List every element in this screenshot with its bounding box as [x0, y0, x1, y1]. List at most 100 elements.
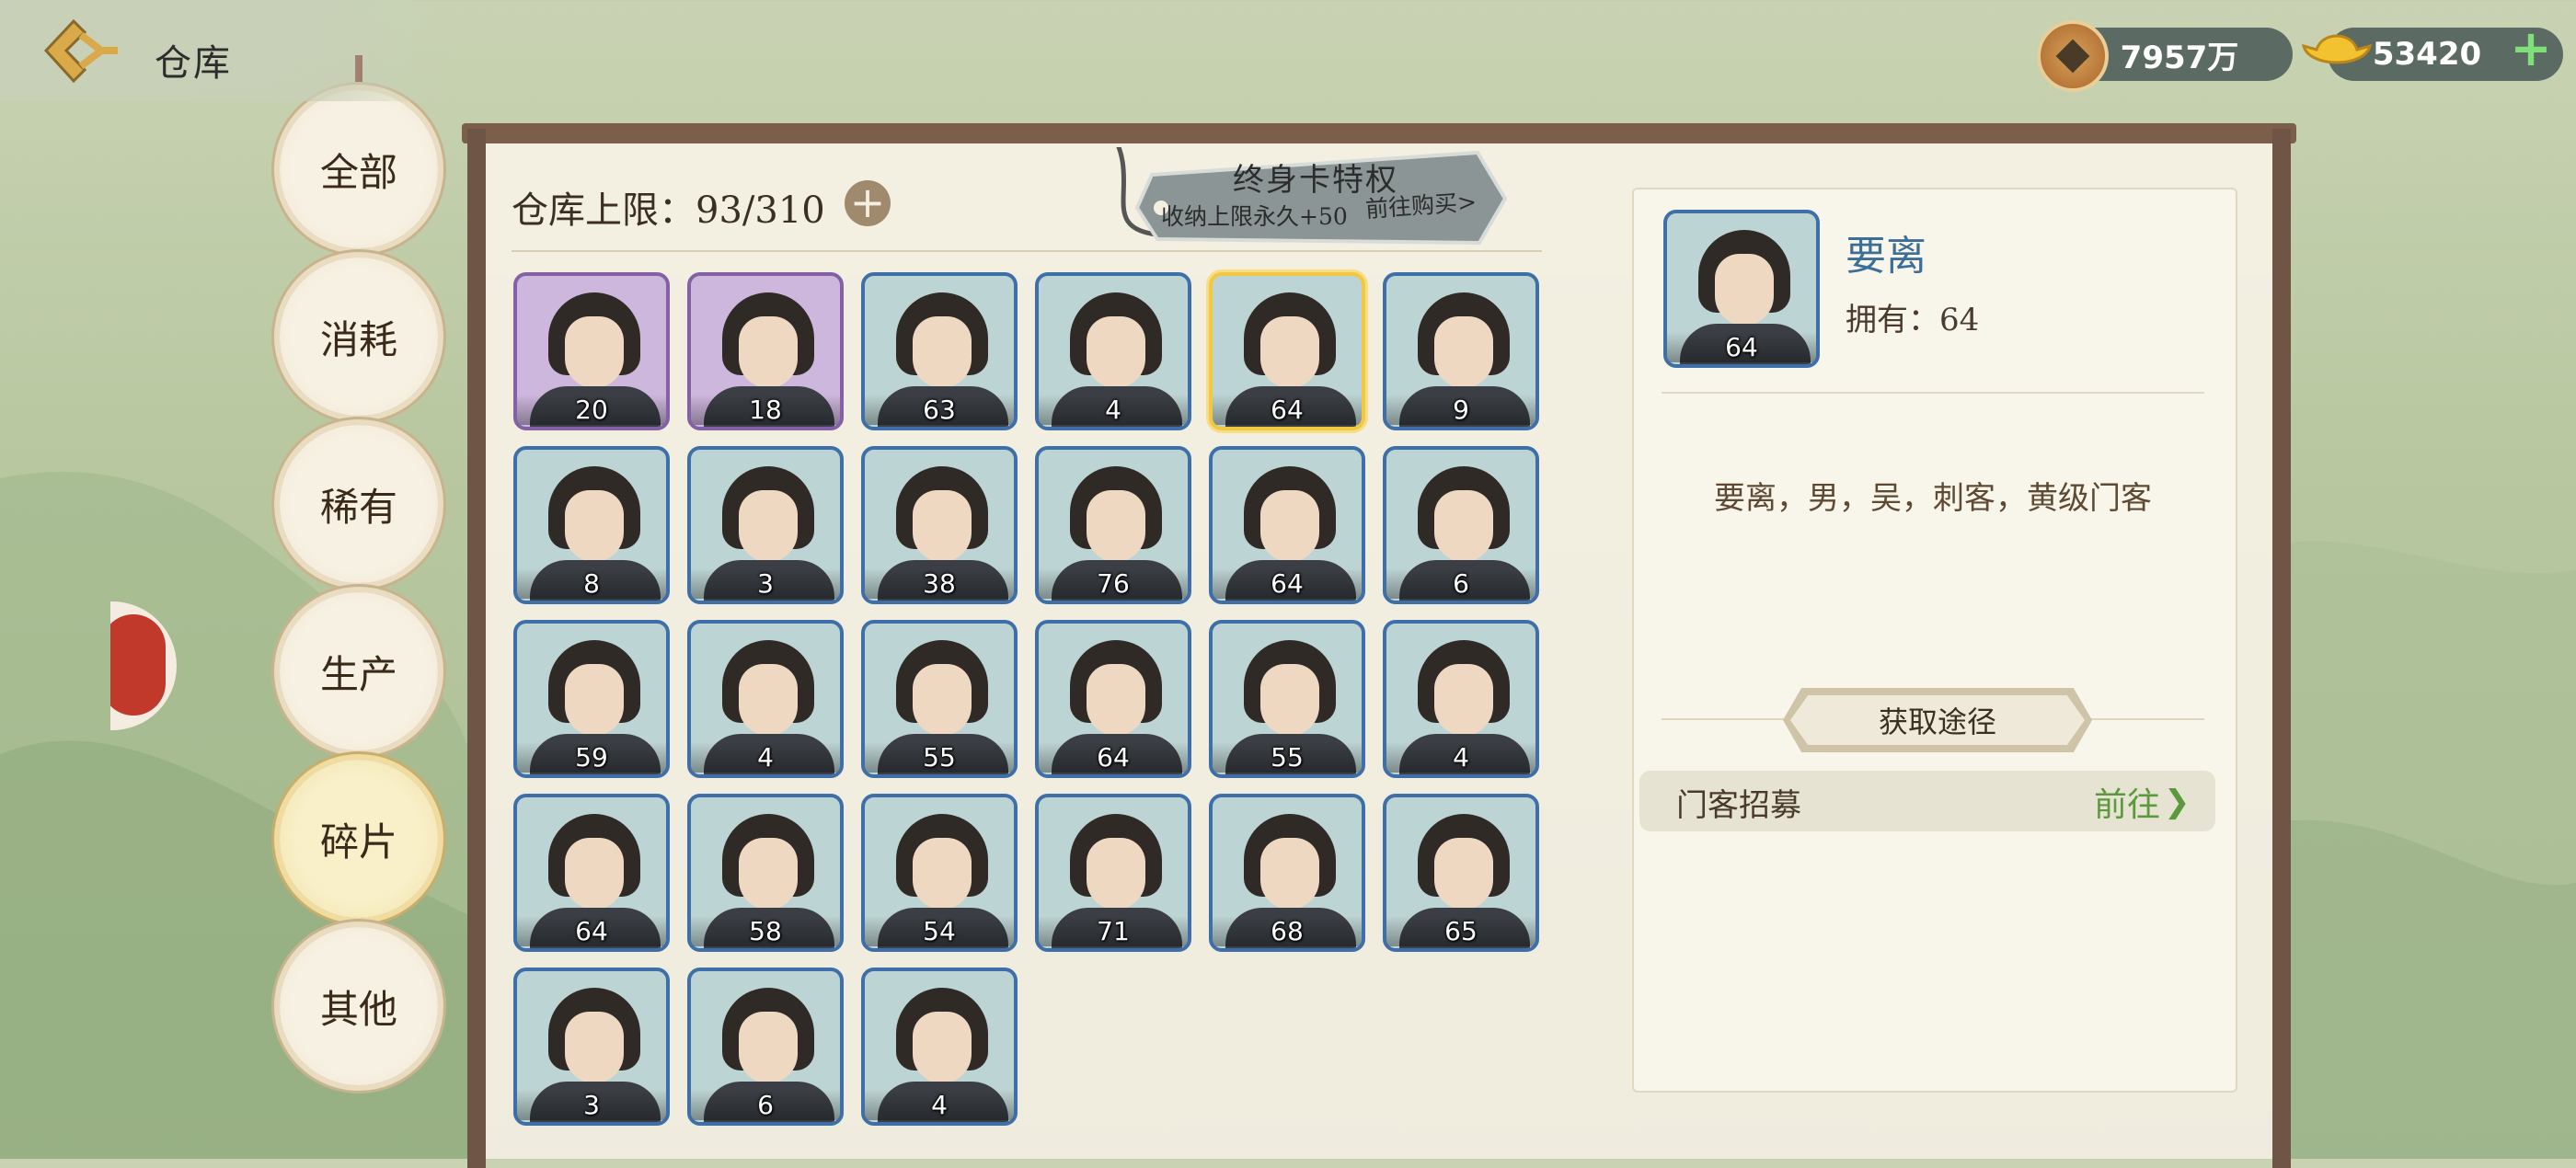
item-count: 6 — [1386, 568, 1535, 599]
detail-divider — [1662, 392, 2204, 394]
portrait-face — [913, 490, 972, 562]
portrait-face — [565, 490, 624, 562]
tab-fragments[interactable]: 碎片 — [280, 760, 438, 918]
item-card[interactable]: 4 — [861, 968, 1018, 1126]
promo-subtitle: 收纳上限永久+50 — [1161, 203, 1348, 230]
portrait-face — [565, 316, 624, 388]
item-card[interactable]: 59 — [513, 620, 670, 778]
page-title: 仓库 — [155, 42, 232, 85]
item-count: 76 — [1039, 568, 1188, 599]
detail-name: 要离 — [1846, 233, 1926, 280]
item-card[interactable]: 38 — [861, 446, 1018, 604]
item-card[interactable]: 64 — [1209, 272, 1365, 430]
copper-value: 7957万 — [2120, 39, 2239, 76]
item-card[interactable]: 6 — [1383, 446, 1539, 604]
portrait-face — [1260, 664, 1319, 736]
tab-other-label: 其他 — [319, 986, 397, 1032]
gold-value: 53420 — [2372, 36, 2482, 73]
source-go-button[interactable]: 前往 — [2094, 778, 2160, 826]
item-card[interactable]: 6 — [687, 968, 844, 1126]
tab-production-label: 生产 — [319, 651, 397, 697]
item-card[interactable]: 8 — [513, 446, 670, 604]
portrait-face — [1260, 838, 1319, 910]
item-count: 6 — [691, 1090, 840, 1120]
item-card[interactable]: 58 — [687, 794, 844, 952]
item-count: 4 — [1039, 395, 1188, 425]
portrait-face — [913, 664, 972, 736]
item-count: 18 — [691, 395, 840, 425]
item-card[interactable]: 18 — [687, 272, 844, 430]
portrait-face — [739, 664, 798, 736]
item-card[interactable]: 54 — [861, 794, 1018, 952]
tab-all-label: 全部 — [319, 149, 397, 195]
item-card[interactable]: 3 — [687, 446, 844, 604]
item-count: 64 — [1039, 742, 1188, 773]
portrait-face — [1434, 838, 1493, 910]
item-count: 58 — [691, 916, 840, 946]
copper-coin-icon — [2037, 20, 2109, 92]
item-count: 55 — [1213, 742, 1362, 773]
item-card[interactable]: 3 — [513, 968, 670, 1126]
frame-post-left — [467, 129, 486, 1168]
item-card[interactable]: 63 — [861, 272, 1018, 430]
item-card[interactable]: 4 — [1035, 272, 1191, 430]
back-arrow-icon[interactable] — [37, 17, 120, 86]
portrait-face — [739, 490, 798, 562]
item-count: 71 — [1039, 916, 1188, 946]
item-card[interactable]: 4 — [1383, 620, 1539, 778]
item-count: 4 — [865, 1090, 1014, 1120]
portrait-face — [1087, 838, 1145, 910]
item-card[interactable]: 4 — [687, 620, 844, 778]
portrait-face — [1260, 490, 1319, 562]
portrait-face — [913, 1012, 972, 1083]
item-count: 54 — [865, 916, 1014, 946]
portrait-face — [565, 664, 624, 736]
top-bar: 仓库 — [0, 0, 460, 101]
item-card[interactable]: 9 — [1383, 272, 1539, 430]
item-count: 8 — [517, 568, 666, 599]
item-count: 64 — [1213, 568, 1362, 599]
item-count: 20 — [517, 395, 666, 425]
tab-rare[interactable]: 稀有 — [280, 425, 438, 583]
item-card[interactable]: 20 — [513, 272, 670, 430]
item-count: 59 — [517, 742, 666, 773]
item-count: 38 — [865, 568, 1014, 599]
item-count: 68 — [1213, 916, 1362, 946]
portrait-face — [565, 838, 624, 910]
storage-capacity: 仓库上限：93/310 — [512, 189, 825, 232]
detail-count: 64 — [1667, 332, 1816, 362]
item-card[interactable]: 64 — [513, 794, 670, 952]
portrait-face — [913, 316, 972, 388]
item-count: 4 — [691, 742, 840, 773]
expand-storage-button[interactable]: + — [845, 180, 891, 226]
tab-all[interactable]: 全部 — [280, 90, 438, 248]
tab-rare-label: 稀有 — [319, 484, 397, 530]
item-card[interactable]: 68 — [1209, 794, 1365, 952]
item-card[interactable]: 55 — [861, 620, 1018, 778]
tab-consumable-label: 消耗 — [319, 316, 397, 362]
portrait-face — [1715, 254, 1774, 326]
item-card[interactable]: 64 — [1035, 620, 1191, 778]
detail-portrait: 64 — [1663, 210, 1820, 368]
item-count: 3 — [517, 1090, 666, 1120]
item-card[interactable]: 64 — [1209, 446, 1365, 604]
tab-other[interactable]: 其他 — [280, 927, 438, 1085]
item-card[interactable]: 55 — [1209, 620, 1365, 778]
add-gold-button[interactable]: + — [2508, 24, 2554, 74]
portrait-face — [1087, 664, 1145, 736]
item-count: 64 — [517, 916, 666, 946]
item-card[interactable]: 76 — [1035, 446, 1191, 604]
tab-consumable[interactable]: 消耗 — [280, 258, 438, 416]
chevron-right-icon[interactable]: ❯ — [2164, 784, 2191, 820]
portrait-face — [1087, 316, 1145, 388]
item-count: 64 — [1213, 395, 1362, 425]
item-card[interactable]: 65 — [1383, 794, 1539, 952]
source-name: 门客招募 — [1676, 787, 1801, 824]
gold-ingot-icon — [2301, 34, 2373, 64]
item-count: 63 — [865, 395, 1014, 425]
detail-description: 要离，男，吴，刺客，黄级门客 — [1714, 480, 2152, 517]
portrait-face — [1434, 316, 1493, 388]
portrait-face — [1434, 664, 1493, 736]
tab-production[interactable]: 生产 — [280, 592, 438, 750]
item-card[interactable]: 71 — [1035, 794, 1191, 952]
